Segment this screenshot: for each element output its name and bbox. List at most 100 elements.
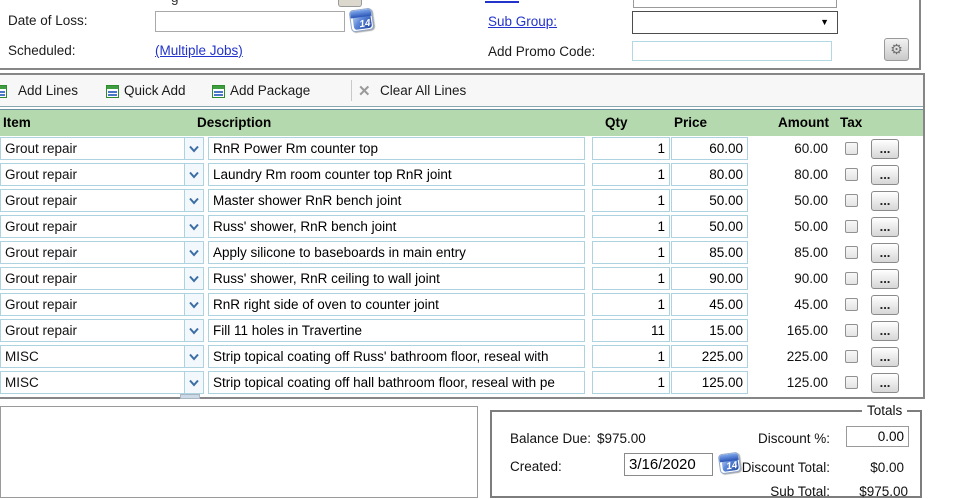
tax-checkbox[interactable] [845, 220, 858, 233]
qty-input[interactable] [592, 137, 670, 160]
description-input[interactable] [208, 241, 585, 264]
price-input[interactable] [671, 267, 748, 290]
qty-input[interactable] [592, 319, 670, 342]
sub-group-select[interactable]: ▼ [632, 11, 838, 34]
chevron-down-icon[interactable] [184, 320, 203, 341]
item-dropdown[interactable]: Grout repair [0, 189, 204, 212]
chevron-down-icon[interactable] [184, 294, 203, 315]
item-dropdown[interactable]: Grout repair [0, 215, 204, 238]
amount-value: 125.00 [750, 375, 828, 390]
promo-code-input[interactable] [632, 41, 832, 61]
description-input[interactable] [208, 163, 585, 186]
price-input[interactable] [671, 215, 748, 238]
item-dropdown[interactable]: Grout repair [0, 163, 204, 186]
chevron-down-icon[interactable] [184, 242, 203, 263]
price-input[interactable] [671, 189, 748, 212]
more-options-button[interactable]: ... [871, 243, 899, 263]
price-input[interactable] [671, 371, 748, 394]
qty-input[interactable] [592, 293, 670, 316]
add-package-icon[interactable] [212, 85, 225, 98]
more-options-button[interactable]: ... [871, 373, 899, 393]
tax-checkbox[interactable] [845, 142, 858, 155]
item-dropdown[interactable]: MISC [0, 371, 204, 394]
tax-checkbox[interactable] [845, 246, 858, 259]
more-options-button[interactable]: ... [871, 165, 899, 185]
sub-group-link[interactable]: Sub Group: [488, 14, 557, 29]
add-package-button[interactable]: Add Package [230, 83, 310, 98]
item-dropdown[interactable]: Grout repair [0, 293, 204, 316]
add-lines-icon[interactable] [0, 85, 7, 98]
header-item: Item [3, 115, 31, 130]
description-input[interactable] [208, 293, 585, 316]
header-amount: Amount [778, 115, 829, 130]
qty-input[interactable] [592, 189, 670, 212]
price-input[interactable] [671, 137, 748, 160]
tax-checkbox[interactable] [845, 168, 858, 181]
tax-checkbox[interactable] [845, 350, 858, 363]
description-input[interactable] [208, 371, 585, 394]
quick-add-button[interactable]: Quick Add [124, 83, 186, 98]
amount-value: 60.00 [750, 141, 828, 156]
more-options-button[interactable]: ... [871, 269, 899, 289]
description-input[interactable] [208, 189, 585, 212]
description-input[interactable] [208, 319, 585, 342]
qty-input[interactable] [592, 371, 670, 394]
chevron-down-icon[interactable] [184, 216, 203, 237]
more-options-button[interactable]: ... [871, 295, 899, 315]
amount-value: 165.00 [750, 323, 828, 338]
amount-value: 90.00 [750, 271, 828, 286]
gear-icon[interactable]: ⚙ [884, 38, 909, 61]
description-input[interactable] [208, 137, 585, 160]
item-dropdown[interactable]: Grout repair [0, 241, 204, 264]
qty-input[interactable] [592, 163, 670, 186]
item-dropdown[interactable]: Grout repair [0, 319, 204, 342]
qty-input[interactable] [592, 345, 670, 368]
table-row: Grout repair 85.00 ... [0, 240, 923, 266]
header-description: Description [197, 115, 271, 130]
tax-checkbox[interactable] [845, 324, 858, 337]
more-options-button[interactable]: ... [871, 139, 899, 159]
description-input[interactable] [208, 215, 585, 238]
chevron-down-icon[interactable] [184, 164, 203, 185]
tax-checkbox[interactable] [845, 298, 858, 311]
price-input[interactable] [671, 241, 748, 264]
price-input[interactable] [671, 163, 748, 186]
price-input[interactable] [671, 293, 748, 316]
scrollbar-fragment[interactable] [180, 394, 200, 399]
tax-checkbox[interactable] [845, 376, 858, 389]
description-input[interactable] [208, 345, 585, 368]
discount-pct-input[interactable] [846, 426, 909, 447]
cutoff-link-fragment [485, 1, 519, 3]
qty-input[interactable] [592, 267, 670, 290]
more-options-button[interactable]: ... [871, 321, 899, 341]
price-input[interactable] [671, 319, 748, 342]
more-options-button[interactable]: ... [871, 217, 899, 237]
item-dropdown[interactable]: Grout repair [0, 267, 204, 290]
chevron-down-icon[interactable] [184, 268, 203, 289]
chevron-down-icon[interactable] [184, 372, 203, 393]
clear-x-icon[interactable]: ✕ [358, 82, 371, 100]
notes-panel [0, 406, 478, 498]
chevron-down-icon[interactable] [184, 346, 203, 367]
date-of-loss-input[interactable] [155, 11, 345, 32]
item-value: MISC [1, 372, 184, 393]
qty-input[interactable] [592, 241, 670, 264]
tax-checkbox[interactable] [845, 194, 858, 207]
description-input[interactable] [208, 267, 585, 290]
add-lines-button[interactable]: Add Lines [18, 83, 78, 98]
item-value: Grout repair [1, 294, 184, 315]
more-options-button[interactable]: ... [871, 347, 899, 367]
tax-checkbox[interactable] [845, 272, 858, 285]
qty-input[interactable] [592, 215, 670, 238]
item-dropdown[interactable]: Grout repair [0, 137, 204, 160]
clear-all-lines-button[interactable]: Clear All Lines [380, 83, 466, 98]
quick-add-icon[interactable] [106, 85, 119, 98]
item-dropdown[interactable]: MISC [0, 345, 204, 368]
price-input[interactable] [671, 345, 748, 368]
chevron-down-icon[interactable] [184, 138, 203, 159]
multiple-jobs-link[interactable]: (Multiple Jobs) [155, 43, 243, 58]
calendar-icon[interactable]: 14 [349, 8, 374, 32]
chevron-down-icon[interactable] [184, 190, 203, 211]
more-options-button[interactable]: ... [871, 191, 899, 211]
created-date-input[interactable] [624, 453, 713, 476]
